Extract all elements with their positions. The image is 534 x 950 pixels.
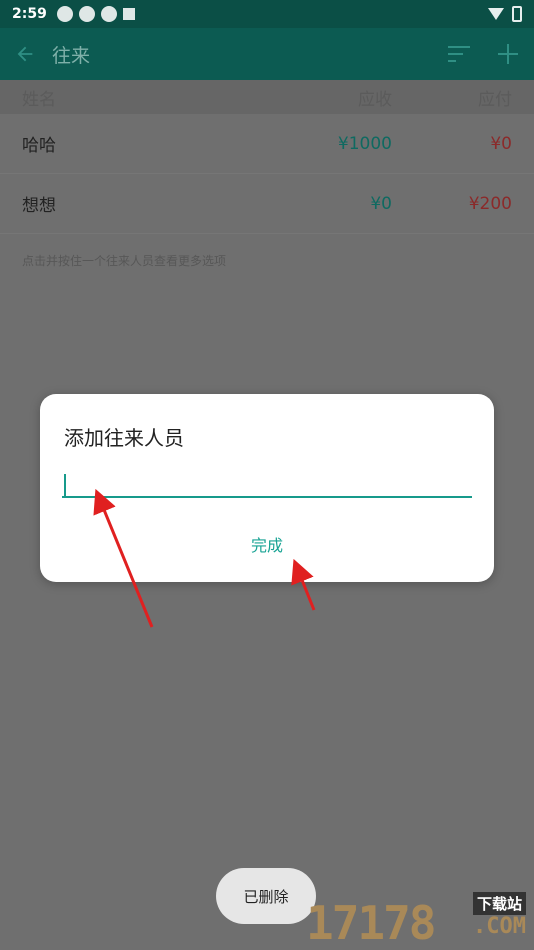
toast-text: 已删除 xyxy=(243,887,289,906)
column-payable: 应付 xyxy=(478,89,512,110)
notification-icons xyxy=(56,6,135,22)
watermark-main: 17178 xyxy=(306,896,436,950)
contact-name: 哈哈 xyxy=(22,136,56,156)
text-caret xyxy=(64,474,66,496)
toast-message: 已删除 xyxy=(216,868,316,924)
hint-text: 点击并按住一个往来人员查看更多选项 xyxy=(22,254,227,268)
payable-amount: ¥200 xyxy=(468,193,512,214)
payable-amount: ¥0 xyxy=(490,133,512,154)
add-contact-dialog: 添加往来人员 完成 xyxy=(40,394,494,582)
appbar-actions xyxy=(448,42,520,66)
plus-icon[interactable] xyxy=(496,42,520,66)
dialog-title: 添加往来人员 xyxy=(64,426,184,450)
receivable-amount: ¥1000 xyxy=(337,133,392,154)
column-receivable: 应收 xyxy=(358,89,392,110)
table-header: 姓名 应收 应付 xyxy=(0,80,534,114)
notification-icon xyxy=(78,6,95,22)
contact-name-input[interactable] xyxy=(62,470,472,498)
done-button[interactable]: 完成 xyxy=(40,532,494,556)
column-name: 姓名 xyxy=(22,89,56,110)
table-row[interactable]: 哈哈 ¥1000 ¥0 xyxy=(0,114,534,174)
watermark-suffix: .COM xyxy=(473,914,526,939)
notification-icon xyxy=(122,8,135,20)
notification-icon xyxy=(100,6,117,22)
app-bar: 往来 xyxy=(0,28,534,80)
page-title: 往来 xyxy=(52,44,91,67)
status-time: 2:59 xyxy=(12,6,47,22)
contacts-table: 姓名 应收 应付 哈哈 ¥1000 ¥0 想想 ¥0 ¥200 xyxy=(0,80,534,234)
wifi-icon xyxy=(488,8,504,20)
system-icons xyxy=(488,6,522,22)
table-row[interactable]: 想想 ¥0 ¥200 xyxy=(0,174,534,234)
status-bar: 2:59 xyxy=(0,0,534,28)
receivable-amount: ¥0 xyxy=(370,193,392,214)
arrow-left-icon[interactable] xyxy=(14,43,36,65)
site-watermark: 17178 下载站 .COM xyxy=(306,890,526,950)
battery-icon xyxy=(512,6,522,22)
watermark-sub: 下载站 xyxy=(472,892,526,915)
notification-icon xyxy=(56,6,73,22)
contact-name: 想想 xyxy=(22,196,56,216)
sort-icon[interactable] xyxy=(448,46,470,62)
